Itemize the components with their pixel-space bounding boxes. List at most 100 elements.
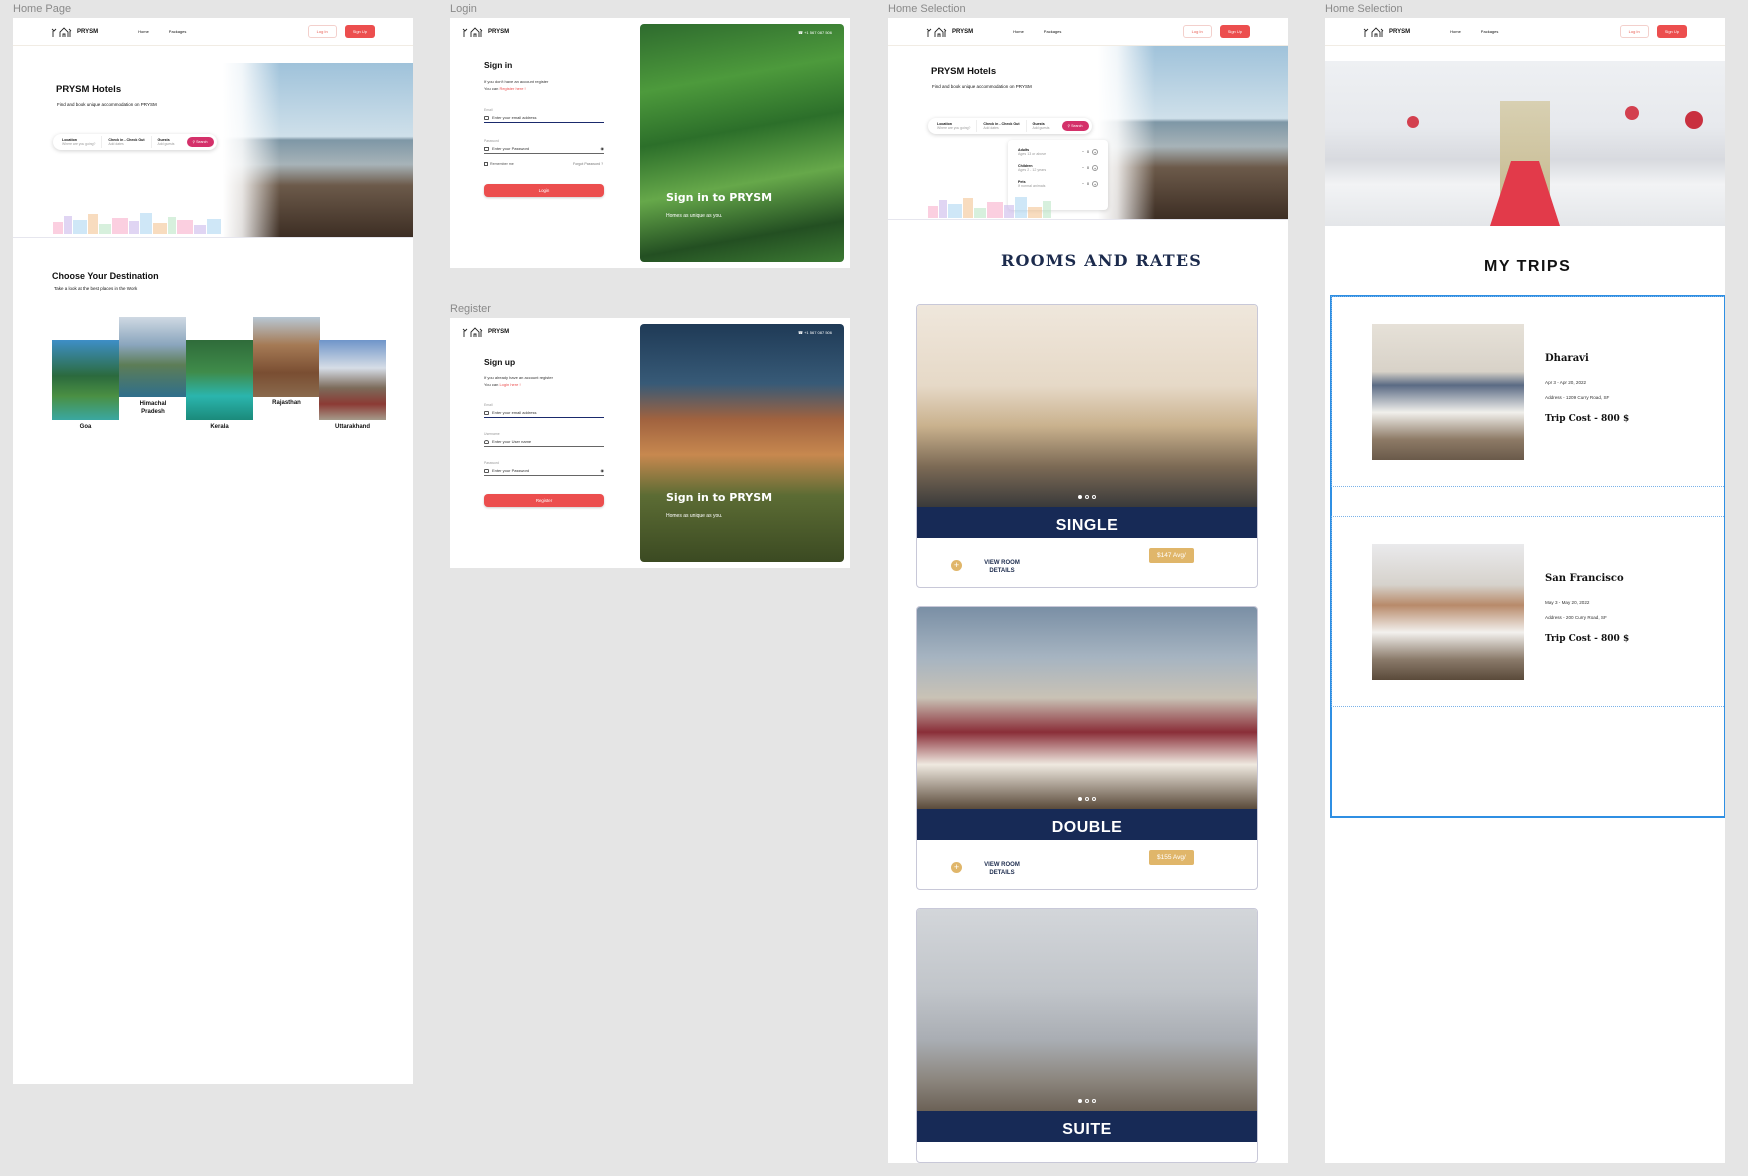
nav-packages-link[interactable]: Packages xyxy=(1044,29,1062,34)
room-card-double[interactable]: DOUBLE + VIEW ROOM DETAILS $155 Avg/ xyxy=(916,606,1258,890)
register-caption: Sign in to PRYSM xyxy=(666,491,773,504)
login-button[interactable]: Log In xyxy=(1182,25,1212,38)
username-label: Username xyxy=(484,432,500,436)
logo-house-icon xyxy=(926,26,948,38)
login-link[interactable]: Login here ! xyxy=(499,382,520,387)
trip-address: Address - 200 Curry Road, SF xyxy=(1545,615,1607,620)
destination-image xyxy=(52,340,119,420)
minus-icon[interactable]: − xyxy=(1082,150,1084,154)
signup-subtitle: If you already have an account register … xyxy=(484,375,553,387)
rooms-frame: PRYSM Home Packages Log In Sign Up PRYSM… xyxy=(888,18,1288,1163)
login-button[interactable]: Log In xyxy=(1619,25,1649,38)
brand-name: PRYSM xyxy=(1389,28,1411,35)
search-button[interactable]: ⚲ Search xyxy=(1061,121,1089,131)
destination-card[interactable]: Kerala xyxy=(186,340,253,430)
dates-field[interactable]: Check in - Check Out Add dates xyxy=(977,120,1027,132)
logo[interactable]: PRYSM xyxy=(462,26,509,38)
nav-home-link[interactable]: Home xyxy=(138,29,149,34)
guests-field[interactable]: Guests Add guests xyxy=(1027,120,1056,132)
destination-card[interactable]: Goa xyxy=(52,340,119,430)
hero-image xyxy=(1098,45,1288,220)
guests-field[interactable]: Guests Add guests xyxy=(152,136,181,148)
brand-name: PRYSM xyxy=(488,29,510,35)
nav-packages-link[interactable]: Packages xyxy=(169,29,187,34)
password-field[interactable]: Enter your Password ◉ xyxy=(484,468,604,476)
register-side-image: ☎ +1 567 087 506 Sign in to PRYSM Homes a… xyxy=(640,324,844,562)
forgot-password-link[interactable]: Forgot Password ? xyxy=(573,162,603,166)
remember-checkbox[interactable]: Remember me xyxy=(484,162,514,166)
room-image xyxy=(917,909,1257,1111)
carousel-dots[interactable] xyxy=(1078,495,1096,499)
trip-card[interactable]: Dharavi Apr 3 - Apr 20, 2022 Address - 1… xyxy=(1331,296,1725,487)
view-room-details-link[interactable]: VIEW ROOM DETAILS xyxy=(977,559,1027,575)
signup-button[interactable]: Sign Up xyxy=(1656,25,1687,38)
eye-icon[interactable]: ◉ xyxy=(601,146,605,151)
location-field[interactable]: Location Where are you going? xyxy=(56,136,103,148)
minus-icon[interactable]: − xyxy=(1082,166,1084,170)
nav-packages-link[interactable]: Packages xyxy=(1481,29,1499,34)
signup-button[interactable]: Sign Up xyxy=(344,25,375,38)
hero-image xyxy=(223,63,413,238)
logo[interactable]: PRYSM xyxy=(462,326,509,338)
destination-label: Rajasthan xyxy=(272,400,301,406)
destination-image xyxy=(253,317,320,397)
logo-house-icon xyxy=(462,26,484,38)
plus-icon[interactable]: + xyxy=(951,560,962,571)
dates-field[interactable]: Check in - Check Out Add dates xyxy=(102,136,152,148)
email-label: Email xyxy=(484,403,493,407)
search-button[interactable]: ⚲ Search xyxy=(186,137,214,147)
destination-card[interactable]: Uttarakhand xyxy=(319,340,386,430)
trip-card[interactable]: San Francisco May 3 - May 20, 2022 Addre… xyxy=(1331,516,1725,707)
password-field[interactable]: Enter your Password ◉ xyxy=(484,146,604,154)
destination-card[interactable]: Rajasthan xyxy=(253,317,320,406)
phone-icon: ☎ xyxy=(797,330,803,335)
login-button[interactable]: Log In xyxy=(307,25,337,38)
login-caption-sub: Homes as unique as you. xyxy=(666,213,723,219)
carousel-dots[interactable] xyxy=(1078,797,1096,801)
signup-button[interactable]: Sign Up xyxy=(1219,25,1250,38)
username-field[interactable]: Enter your User name xyxy=(484,439,604,447)
logo[interactable]: PRYSM xyxy=(926,26,973,38)
logo-house-icon xyxy=(462,326,484,338)
room-image xyxy=(917,607,1257,809)
lock-icon xyxy=(484,146,489,151)
location-field[interactable]: Location Where are you going? xyxy=(931,120,978,132)
nav-home-link[interactable]: Home xyxy=(1013,29,1024,34)
carousel-dots[interactable] xyxy=(1078,1099,1096,1103)
password-label: Password xyxy=(484,461,499,465)
logo-house-icon xyxy=(1363,26,1385,38)
trip-cost: Trip Cost - 800 $ xyxy=(1545,634,1630,644)
plus-icon[interactable]: + xyxy=(1092,149,1098,155)
frame-label-register: Register xyxy=(450,303,491,315)
phone-number: ☎ +1 567 087 506 xyxy=(797,330,832,335)
email-field[interactable]: Enter your email address xyxy=(484,115,604,123)
register-frame: PRYSM Sign up If you already have an acc… xyxy=(450,318,850,568)
minus-icon[interactable]: − xyxy=(1082,182,1084,186)
login-submit-button[interactable]: Login xyxy=(484,184,604,197)
nav-home-link[interactable]: Home xyxy=(1450,29,1461,34)
hero-subtitle: Find and book unique accommodation on PR… xyxy=(57,102,157,107)
email-field[interactable]: Enter your email address xyxy=(484,410,604,418)
view-room-details-link[interactable]: VIEW ROOM DETAILS xyxy=(977,861,1027,877)
brand-name: PRYSM xyxy=(952,28,974,35)
room-card-single[interactable]: SINGLE + VIEW ROOM DETAILS $147 Avg/ xyxy=(916,304,1258,588)
plus-icon[interactable]: + xyxy=(951,862,962,873)
eye-icon[interactable]: ◉ xyxy=(601,468,605,473)
logo[interactable]: PRYSM xyxy=(51,26,98,38)
guest-row-adults: Adults Ages 13 or above − 0 + xyxy=(1018,148,1098,156)
trips-title: MY TRIPS xyxy=(1484,258,1572,275)
hero-subtitle: Find and book unique accommodation on PR… xyxy=(932,84,1032,89)
plus-icon[interactable]: + xyxy=(1092,181,1098,187)
destination-card[interactable]: Himachal Pradesh xyxy=(119,317,186,416)
logo[interactable]: PRYSM xyxy=(1363,26,1410,38)
room-card-suite[interactable]: SUITE xyxy=(916,908,1258,1163)
register-submit-button[interactable]: Register xyxy=(484,494,604,507)
room-name: SUITE xyxy=(917,1111,1257,1142)
signin-subtitle: If you don't have an account register Yo… xyxy=(484,79,549,91)
plus-icon[interactable]: + xyxy=(1092,165,1098,171)
register-link[interactable]: Register here ! xyxy=(499,86,525,91)
signup-title: Sign up xyxy=(484,357,516,367)
trip-address: Address - 1209 Curry Road, SF xyxy=(1545,395,1610,400)
login-side-image: ☎ +1 567 087 506 Sign in to PRYSM Homes a… xyxy=(640,24,844,262)
lock-icon xyxy=(484,468,489,473)
